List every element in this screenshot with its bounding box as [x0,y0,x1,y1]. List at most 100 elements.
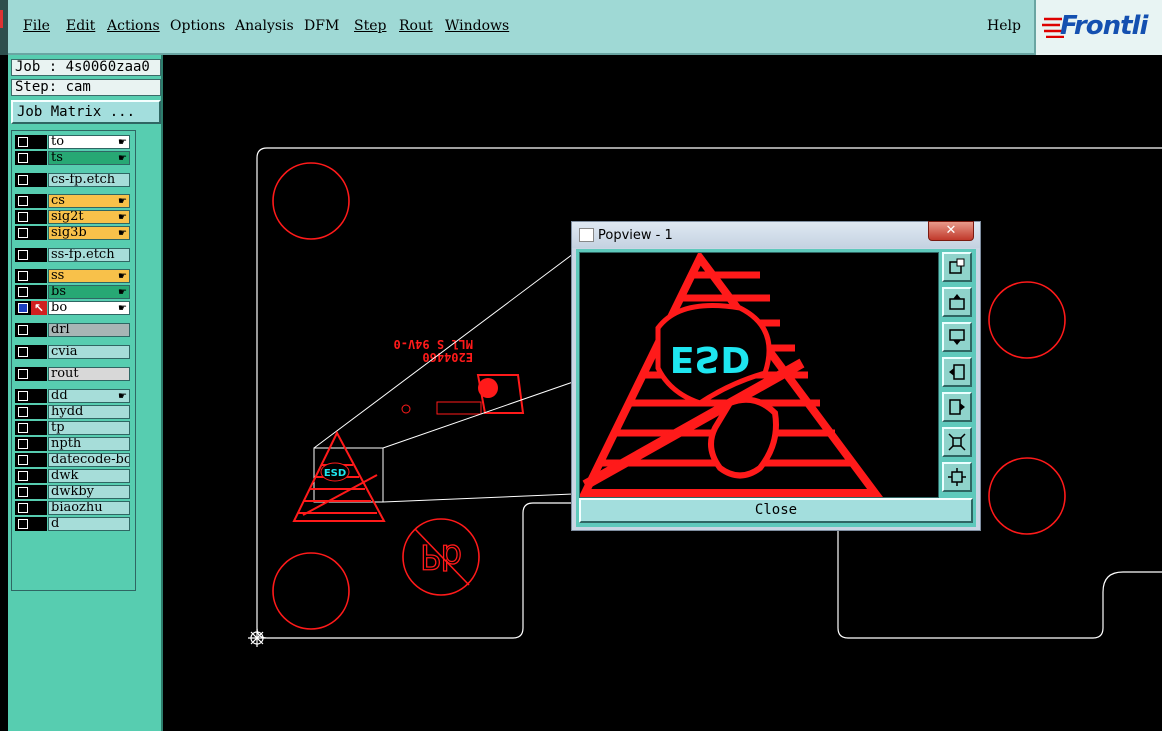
pan-right-button[interactable] [942,392,972,422]
popview-close-x-button[interactable]: ✕ [928,221,974,241]
layer-row-sig2t[interactable]: sig2t ☛ [15,210,134,224]
layer-display-checkbox[interactable] [15,301,31,315]
zoom-fit-button[interactable] [942,252,972,282]
layer-row-cs-fp.etch[interactable]: cs-fp.etch [15,173,134,187]
menu-analysis[interactable]: Analysis [235,18,294,34]
layer-name[interactable]: dwk [48,469,130,483]
layer-name[interactable]: datecode-bo [48,453,130,467]
layer-affect-toggle[interactable] [31,485,47,499]
layer-affect-toggle[interactable] [31,437,47,451]
layer-display-checkbox[interactable] [15,345,31,359]
layer-display-checkbox[interactable] [15,285,31,299]
layer-affect-toggle[interactable] [31,389,47,403]
layer-name[interactable]: dd ☛ [48,389,130,403]
layer-name[interactable]: tp [48,421,130,435]
layer-display-checkbox[interactable] [15,421,31,435]
menu-file[interactable]: File [23,18,50,34]
layer-row-ss[interactable]: ss ☛ [15,269,134,283]
layer-name[interactable]: ss-fp.etch [48,248,130,262]
layer-name[interactable]: rout [48,367,130,381]
layer-display-checkbox[interactable] [15,517,31,531]
pan-left-button[interactable] [942,357,972,387]
layer-display-checkbox[interactable] [15,226,31,240]
zoom-out-button[interactable] [942,462,972,492]
work-layer-arrow-icon[interactable]: ↖ [31,301,47,315]
layer-affect-toggle[interactable] [31,517,47,531]
layer-affect-toggle[interactable] [31,405,47,419]
layer-name[interactable]: biaozhu [48,501,130,515]
layer-row-dd[interactable]: dd ☛ [15,389,134,403]
layer-name[interactable]: cs ☛ [48,194,130,208]
menu-step[interactable]: Step [354,18,386,34]
layer-display-checkbox[interactable] [15,437,31,451]
layer-affect-toggle[interactable] [31,173,47,187]
popview-titlebar[interactable]: Popview - 1 ✕ [572,221,980,248]
menu-rout[interactable]: Rout [399,18,433,34]
layer-display-checkbox[interactable] [15,173,31,187]
layer-row-drl[interactable]: drl [15,323,134,337]
layer-name[interactable]: dwkby [48,485,130,499]
layer-affect-toggle[interactable] [31,248,47,262]
pan-down-button[interactable] [942,322,972,352]
menu-options[interactable]: Options [170,18,225,34]
layer-row-rout[interactable]: rout [15,367,134,381]
layer-affect-toggle[interactable] [31,269,47,283]
layer-row-dwk[interactable]: dwk [15,469,134,483]
layer-display-checkbox[interactable] [15,135,31,149]
layer-name[interactable]: sig2t ☛ [48,210,130,224]
popview-viewport[interactable]: ESD [579,252,939,498]
layer-row-biaozhu[interactable]: biaozhu [15,501,134,515]
layer-name[interactable]: drl [48,323,130,337]
menu-windows[interactable]: Windows [445,18,509,34]
layer-row-bo[interactable]: ↖ bo ☛ [15,301,134,315]
layer-display-checkbox[interactable] [15,248,31,262]
layer-name[interactable]: ts ☛ [48,151,130,165]
layer-name[interactable]: ss ☛ [48,269,130,283]
layer-name[interactable]: to ☛ [48,135,130,149]
layer-affect-toggle[interactable] [31,323,47,337]
popview-close-button[interactable]: Close [579,498,973,523]
layer-name[interactable]: hydd [48,405,130,419]
popview-window[interactable]: Popview - 1 ✕ ESD Close [571,221,981,531]
pan-up-button[interactable] [942,287,972,317]
layer-row-npth[interactable]: npth [15,437,134,451]
layer-display-checkbox[interactable] [15,501,31,515]
layer-affect-toggle[interactable] [31,345,47,359]
layer-display-checkbox[interactable] [15,269,31,283]
layer-name[interactable]: bo ☛ [48,301,130,315]
layer-affect-toggle[interactable] [31,151,47,165]
layer-row-to[interactable]: to ☛ [15,135,134,149]
layer-affect-toggle[interactable] [31,421,47,435]
layer-row-ss-fp.etch[interactable]: ss-fp.etch [15,248,134,262]
layer-row-ts[interactable]: ts ☛ [15,151,134,165]
layer-display-checkbox[interactable] [15,323,31,337]
layer-row-cs[interactable]: cs ☛ [15,194,134,208]
layer-display-checkbox[interactable] [15,367,31,381]
zoom-in-button[interactable] [942,427,972,457]
layer-row-bs[interactable]: bs ☛ [15,285,134,299]
menu-actions[interactable]: Actions [107,18,160,34]
menu-help[interactable]: Help [987,18,1021,34]
layer-name[interactable]: bs ☛ [48,285,130,299]
layer-affect-toggle[interactable] [31,285,47,299]
layer-display-checkbox[interactable] [15,453,31,467]
layer-name[interactable]: sig3b ☛ [48,226,130,240]
layer-name[interactable]: d [48,517,130,531]
job-matrix-button[interactable]: Job Matrix ... [11,100,161,124]
layer-display-checkbox[interactable] [15,469,31,483]
layer-display-checkbox[interactable] [15,210,31,224]
layer-name[interactable]: cs-fp.etch [48,173,130,187]
layer-row-dwkby[interactable]: dwkby [15,485,134,499]
layer-affect-toggle[interactable] [31,210,47,224]
layer-display-checkbox[interactable] [15,485,31,499]
layer-affect-toggle[interactable] [31,226,47,240]
layer-affect-toggle[interactable] [31,469,47,483]
layer-row-cvia[interactable]: cvia [15,345,134,359]
layer-row-sig3b[interactable]: sig3b ☛ [15,226,134,240]
layer-row-tp[interactable]: tp [15,421,134,435]
layer-row-hydd[interactable]: hydd [15,405,134,419]
layer-display-checkbox[interactable] [15,194,31,208]
layer-affect-toggle[interactable] [31,135,47,149]
layer-affect-toggle[interactable] [31,501,47,515]
layer-name[interactable]: npth [48,437,130,451]
